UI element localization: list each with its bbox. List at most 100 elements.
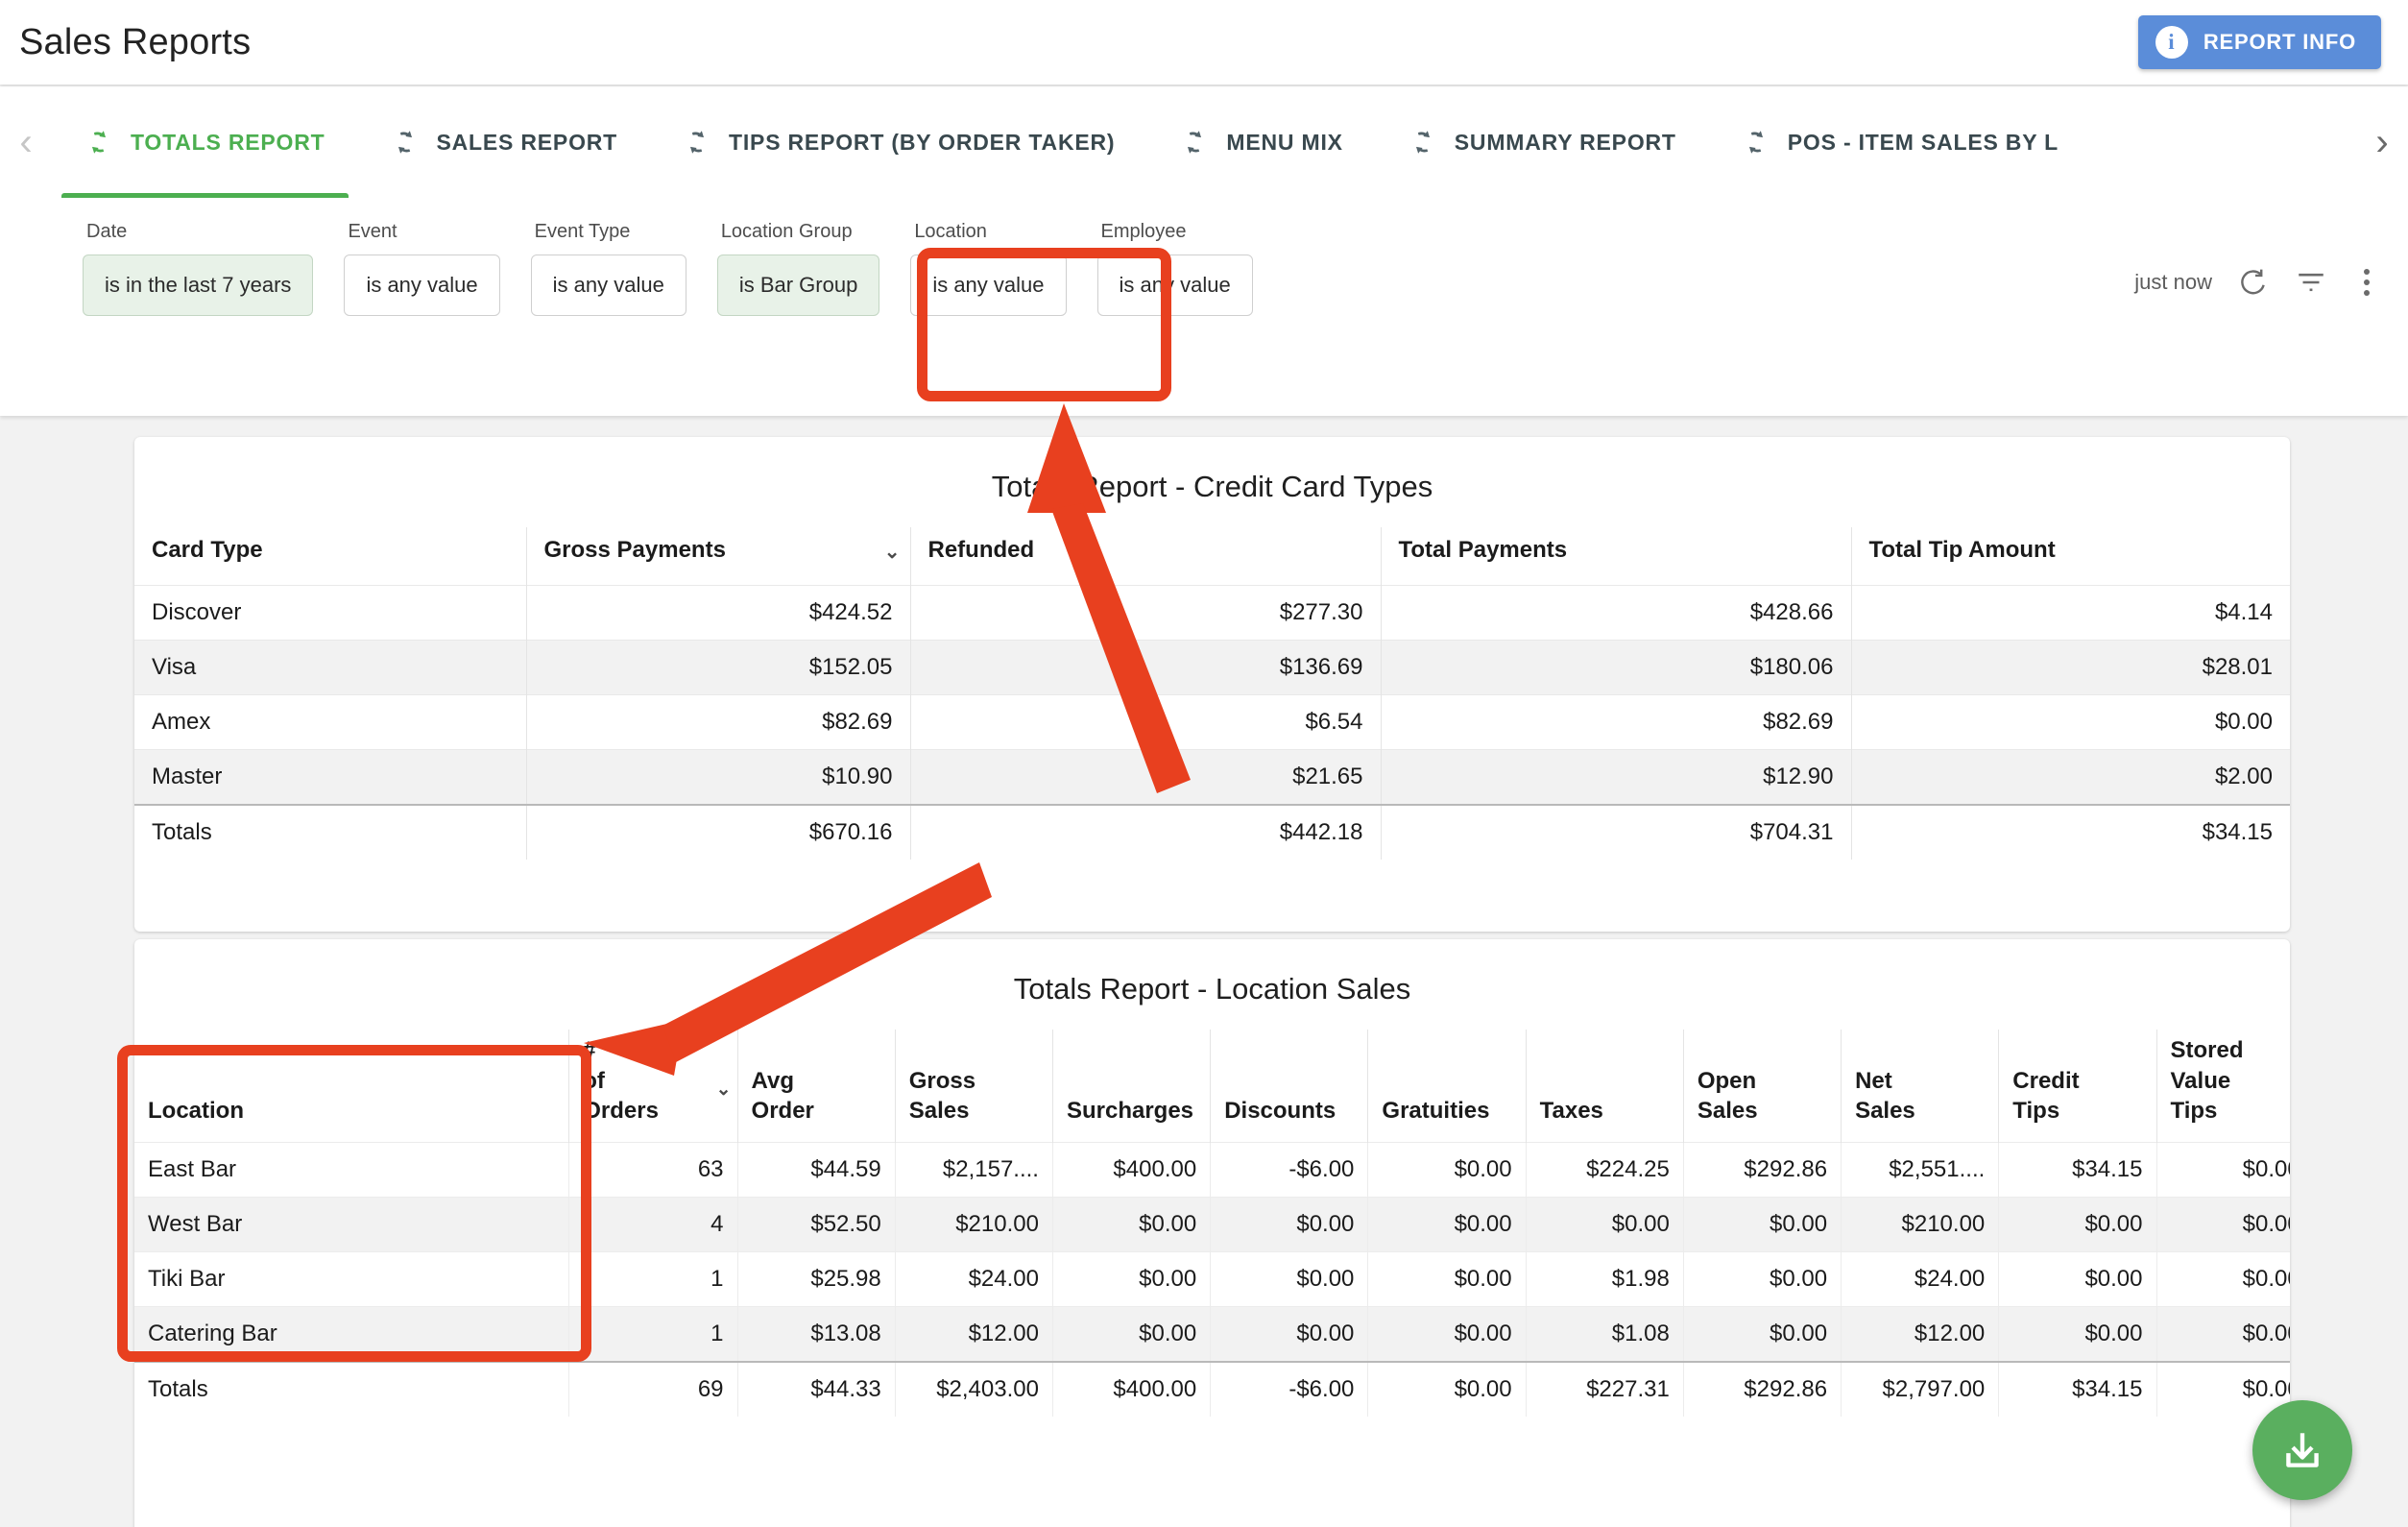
filter-chip-employee[interactable]: is any value — [1097, 254, 1253, 316]
column-header-credit-tips[interactable]: CreditTips — [1999, 1030, 2156, 1143]
table-totals-row[interactable]: Totals69$44.33$2,403.00$400.00-$6.00$0.0… — [134, 1362, 2290, 1417]
tab-tips-report-by-order-taker[interactable]: TIPS REPORT (BY ORDER TAKER) — [650, 86, 1147, 198]
filter-bar: Date is in the last 7 years Eventis any va… — [0, 198, 2408, 316]
tabs-next-arrow-icon[interactable]: › — [2356, 121, 2408, 164]
data-cell: $12.00 — [895, 1307, 1052, 1363]
table-row[interactable]: West Bar4$52.50$210.00$0.00$0.00$0.00$0.… — [134, 1198, 2290, 1252]
refresh-icon[interactable] — [2237, 266, 2270, 299]
column-header-gross-payments[interactable]: Gross Payments ⌄ — [526, 527, 910, 586]
column-header-stored-value-tips[interactable]: StoredValueTips — [2156, 1030, 2290, 1143]
sync-icon — [391, 128, 420, 157]
report-info-button[interactable]: i REPORT INFO — [2138, 15, 2381, 69]
data-cell: $400.00 — [1052, 1362, 1210, 1417]
tab-sales-report[interactable]: SALES REPORT — [358, 86, 651, 198]
filter-chip-event[interactable]: is any value — [344, 254, 499, 316]
column-header-word: Orders — [583, 1096, 723, 1127]
column-header-word: Order — [752, 1096, 881, 1127]
tab-menu-mix[interactable]: MENU MIX — [1147, 86, 1375, 198]
data-cell: $0.00 — [1526, 1198, 1683, 1252]
data-cell: $292.86 — [1683, 1362, 1841, 1417]
column-header-word: Surcharges — [1067, 1096, 1196, 1127]
credit-card-types-body: Discover$424.52$277.30$428.66$4.14Visa$1… — [134, 586, 2290, 860]
filter-chip-date[interactable]: is in the last 7 years — [83, 254, 313, 316]
data-cell: $0.00 — [1368, 1143, 1526, 1198]
column-header-gratuities[interactable]: Gratuities — [1368, 1030, 1526, 1143]
table-row[interactable]: Catering Bar1$13.08$12.00$0.00$0.00$0.00… — [134, 1307, 2290, 1363]
table-row[interactable]: East Bar63$44.59$2,157....$400.00-$6.00$… — [134, 1143, 2290, 1198]
data-cell: 63 — [569, 1143, 737, 1198]
column-header-discounts[interactable]: Discounts — [1211, 1030, 1368, 1143]
credit-card-types-card: Totals Report - Credit Card Types Card T… — [134, 437, 2290, 932]
table-row[interactable]: Master$10.90$21.65$12.90$2.00 — [134, 750, 2290, 806]
data-cell: $0.00 — [1683, 1252, 1841, 1307]
tab-label: SUMMARY REPORT — [1455, 130, 1676, 156]
download-fab-button[interactable] — [2252, 1400, 2352, 1500]
filter-chip-location-group[interactable]: is Bar Group — [717, 254, 880, 316]
sales-reports-app: Sales Reports i REPORT INFO ‹ TOTALS REP… — [0, 0, 2408, 1527]
column-header-word: Sales — [1855, 1096, 1985, 1127]
tab-totals-report[interactable]: TOTALS REPORT — [52, 86, 358, 198]
data-cell: $704.31 — [1381, 805, 1851, 860]
column-header-label: Gross Payments — [544, 537, 726, 563]
column-header-location[interactable]: Location — [134, 1030, 569, 1143]
column-header-taxes[interactable]: Taxes — [1526, 1030, 1683, 1143]
tabs-prev-arrow-icon[interactable]: ‹ — [0, 121, 52, 164]
column-header-total-tip-amount[interactable]: Total Tip Amount — [1851, 527, 2290, 586]
data-cell: $28.01 — [1851, 641, 2290, 695]
data-cell: $0.00 — [2156, 1307, 2290, 1363]
data-cell: $2,551.... — [1842, 1143, 1999, 1198]
sync-icon — [84, 128, 113, 157]
filter-chip-location[interactable]: is any value — [910, 254, 1066, 316]
column-header-gross-sales[interactable]: GrossSales — [895, 1030, 1052, 1143]
table-row[interactable]: Discover$424.52$277.30$428.66$4.14 — [134, 586, 2290, 641]
table-row[interactable]: Visa$152.05$136.69$180.06$28.01 — [134, 641, 2290, 695]
data-cell: $0.00 — [1368, 1307, 1526, 1363]
data-cell: $0.00 — [1368, 1252, 1526, 1307]
row-label-cell: Tiki Bar — [134, 1252, 569, 1307]
location-sales-scroll[interactable]: Location #ofOrders⌄AvgOrderGrossSales Surc… — [134, 1030, 2290, 1417]
data-cell: $52.50 — [737, 1198, 895, 1252]
data-cell: $152.05 — [526, 641, 910, 695]
tab-label: SALES REPORT — [437, 130, 618, 156]
filter-label-date: Date — [83, 221, 313, 243]
report-content: Totals Report - Credit Card Types Card T… — [0, 416, 2408, 1527]
kebab-menu-icon[interactable] — [2352, 265, 2381, 300]
data-cell: $2,403.00 — [895, 1362, 1052, 1417]
data-cell: $0.00 — [1052, 1307, 1210, 1363]
column-header-total-payments[interactable]: Total Payments — [1381, 527, 1851, 586]
column-header-word: # — [583, 1035, 723, 1066]
column-header-avg-order[interactable]: AvgOrder — [737, 1030, 895, 1143]
credit-card-types-title: Totals Report - Credit Card Types — [134, 437, 2290, 527]
filter-icon[interactable] — [2295, 266, 2327, 299]
column-header-open-sales[interactable]: OpenSales — [1683, 1030, 1841, 1143]
data-cell: $442.18 — [910, 805, 1381, 860]
filter-list: Date is in the last 7 years Eventis any va… — [83, 221, 1284, 316]
filter-event: Eventis any value — [344, 221, 499, 316]
column-header-word: Open — [1698, 1066, 1827, 1097]
column-header-card-type[interactable]: Card Type — [134, 527, 526, 586]
column-header-of-orders[interactable]: #ofOrders⌄ — [569, 1030, 737, 1143]
filter-date: Date is in the last 7 years — [83, 221, 313, 316]
sync-icon — [1409, 128, 1437, 157]
column-header-refunded[interactable]: Refunded — [910, 527, 1381, 586]
tab-pos-item-sales-by-l[interactable]: POS - ITEM SALES BY L — [1709, 86, 2091, 198]
data-cell: $400.00 — [1052, 1143, 1210, 1198]
column-header-word: Location — [148, 1096, 555, 1127]
table-row[interactable]: Amex$82.69$6.54$82.69$0.00 — [134, 695, 2290, 750]
sync-icon — [683, 128, 711, 157]
sort-caret-icon[interactable]: ⌄ — [884, 540, 901, 564]
data-cell: $21.65 — [910, 750, 1381, 806]
info-icon: i — [2155, 26, 2188, 59]
location-sales-header: Location #ofOrders⌄AvgOrderGrossSales Surc… — [134, 1030, 2290, 1143]
filter-label-employee: Employee — [1097, 221, 1253, 243]
column-header-surcharges[interactable]: Surcharges — [1052, 1030, 1210, 1143]
tab-summary-report[interactable]: SUMMARY REPORT — [1376, 86, 1709, 198]
table-row[interactable]: Tiki Bar1$25.98$24.00$0.00$0.00$0.00$1.9… — [134, 1252, 2290, 1307]
filter-chip-event-type[interactable]: is any value — [531, 254, 686, 316]
sort-caret-icon[interactable]: ⌄ — [716, 1078, 732, 1102]
column-header-net-sales[interactable]: NetSales — [1842, 1030, 1999, 1143]
top-bar: Sales Reports i REPORT INFO — [0, 0, 2408, 85]
table-totals-row[interactable]: Totals$670.16$442.18$704.31$34.15 — [134, 805, 2290, 860]
data-cell: $0.00 — [1999, 1198, 2156, 1252]
data-cell: $13.08 — [737, 1307, 895, 1363]
